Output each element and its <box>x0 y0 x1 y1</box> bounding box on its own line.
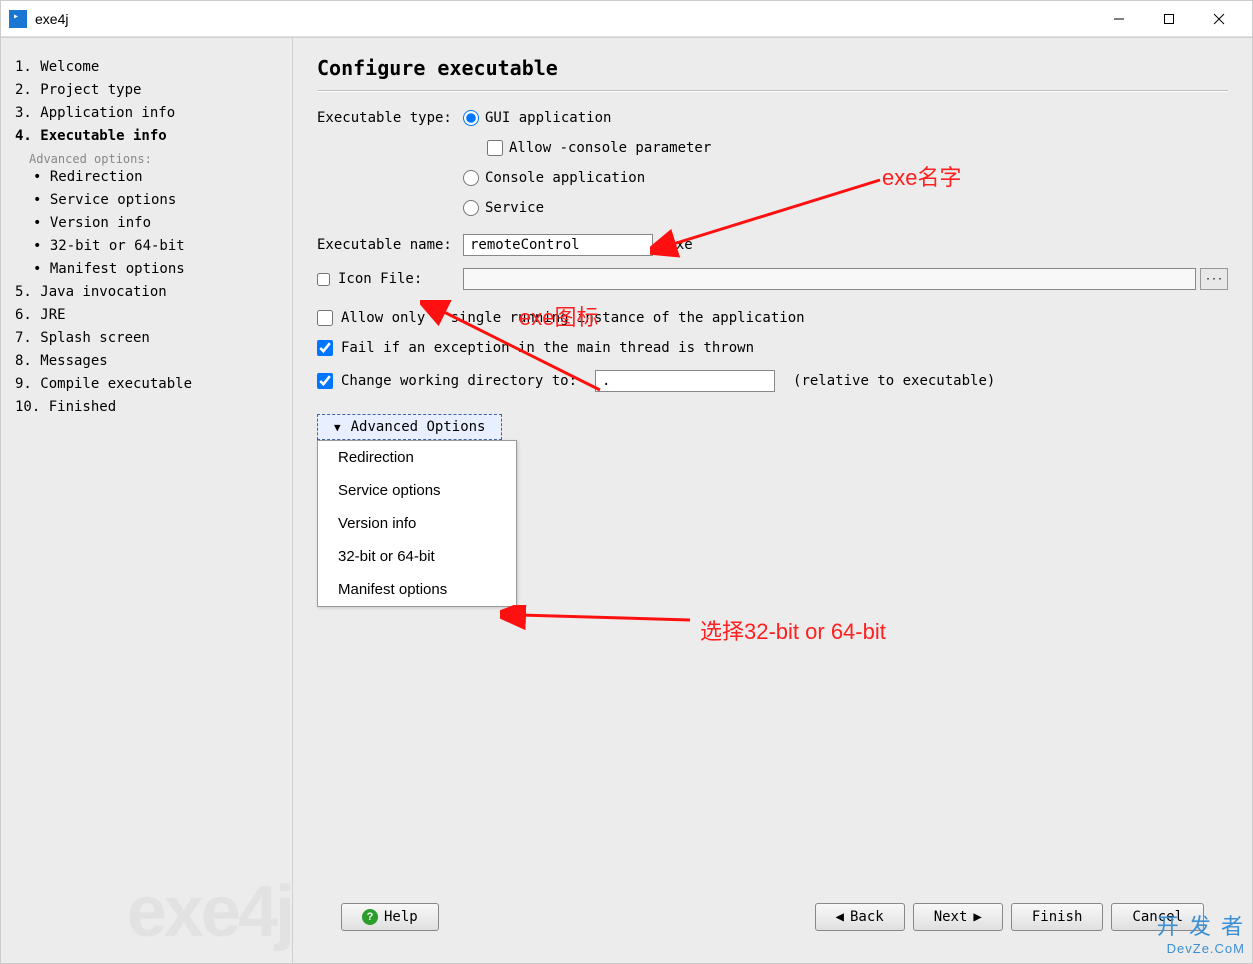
radio-service-label: Service <box>485 200 544 216</box>
change-dir-input[interactable] <box>595 370 775 392</box>
sidebar-step-5[interactable]: 5. Java invocation <box>15 281 282 304</box>
main-panel: Configure executable Executable type: GU… <box>293 38 1252 963</box>
window-title: exe4j <box>35 11 1094 27</box>
change-dir-checkbox[interactable] <box>317 373 333 389</box>
app-icon <box>9 10 27 28</box>
titlebar: exe4j <box>1 1 1252 37</box>
close-button[interactable] <box>1194 4 1244 34</box>
menu-32-64-bit[interactable]: 32-bit or 64-bit <box>318 540 516 573</box>
advanced-options-label: Advanced Options <box>351 419 486 435</box>
menu-manifest-options[interactable]: Manifest options <box>318 573 516 606</box>
radio-gui-input[interactable] <box>463 110 479 126</box>
radio-console-label: Console application <box>485 170 645 186</box>
sidebar-sub-service[interactable]: Service options <box>33 189 282 212</box>
sidebar-step-4[interactable]: 4. Executable info <box>15 125 282 148</box>
fail-exception-label: Fail if an exception in the main thread … <box>341 340 754 356</box>
radio-console[interactable]: Console application <box>463 170 711 186</box>
radio-service-input[interactable] <box>463 200 479 216</box>
cancel-button[interactable]: Cancel <box>1111 903 1204 931</box>
exec-name-input[interactable] <box>463 234 653 256</box>
sidebar: 1. Welcome 2. Project type 3. Applicatio… <box>1 38 293 963</box>
minimize-button[interactable] <box>1094 4 1144 34</box>
page-title: Configure executable <box>317 56 1228 80</box>
radio-gui-label: GUI application <box>485 110 611 126</box>
sidebar-sub-32-64[interactable]: 32-bit or 64-bit <box>33 235 282 258</box>
menu-service-options[interactable]: Service options <box>318 474 516 507</box>
change-dir-label: Change working directory to: <box>341 373 577 389</box>
help-icon: ? <box>362 909 378 925</box>
radio-service[interactable]: Service <box>463 200 711 216</box>
radio-console-input[interactable] <box>463 170 479 186</box>
sidebar-step-6[interactable]: 6. JRE <box>15 304 282 327</box>
advanced-options-button[interactable]: ▼ Advanced Options <box>317 414 502 440</box>
finish-button[interactable]: Finish <box>1011 903 1104 931</box>
relative-label: (relative to executable) <box>793 373 995 389</box>
icon-file-label: Icon File: <box>338 271 422 287</box>
allow-console-label: Allow -console parameter <box>509 140 711 156</box>
icon-file-checkbox[interactable] <box>317 273 330 286</box>
watermark-icon: exe4j <box>127 871 292 953</box>
menu-version-info[interactable]: Version info <box>318 507 516 540</box>
allow-single-checkbox[interactable] <box>317 310 333 326</box>
menu-redirection[interactable]: Redirection <box>318 441 516 474</box>
sidebar-sub-version[interactable]: Version info <box>33 212 282 235</box>
sidebar-step-1[interactable]: 1. Welcome <box>15 56 282 79</box>
next-button[interactable]: Next ▶ <box>913 903 1003 931</box>
radio-gui[interactable]: GUI application <box>463 110 711 126</box>
maximize-button[interactable] <box>1144 4 1194 34</box>
help-button[interactable]: ? Help <box>341 903 439 931</box>
sidebar-step-3[interactable]: 3. Application info <box>15 102 282 125</box>
exec-name-suffix: .exe <box>659 237 693 253</box>
exec-type-label: Executable type: <box>317 110 463 126</box>
allow-console-input[interactable] <box>487 140 503 156</box>
allow-single-label: Allow only a single running instance of … <box>341 310 805 326</box>
next-arrow-icon: ▶ <box>973 909 981 925</box>
browse-button[interactable]: ··· <box>1200 268 1228 290</box>
back-button[interactable]: ◀ Back <box>815 903 905 931</box>
sidebar-step-10[interactable]: 10. Finished <box>15 396 282 419</box>
sidebar-step-9[interactable]: 9. Compile executable <box>15 373 282 396</box>
icon-file-input[interactable] <box>463 268 1196 290</box>
back-arrow-icon: ◀ <box>836 909 844 925</box>
fail-exception-checkbox[interactable] <box>317 340 333 356</box>
sidebar-step-2[interactable]: 2. Project type <box>15 79 282 102</box>
sidebar-step-7[interactable]: 7. Splash screen <box>15 327 282 350</box>
allow-console-checkbox[interactable]: Allow -console parameter <box>487 140 711 156</box>
icon-file-check-label[interactable]: Icon File: <box>317 271 463 287</box>
chevron-down-icon: ▼ <box>334 421 341 434</box>
footer: ? Help ◀ Back Next ▶ Finish Cancel <box>317 893 1228 945</box>
help-label: Help <box>384 909 418 925</box>
next-label: Next <box>934 909 968 925</box>
sidebar-advanced-label: Advanced options: <box>29 152 282 166</box>
sidebar-sub-redirection[interactable]: Redirection <box>33 166 282 189</box>
sidebar-step-8[interactable]: 8. Messages <box>15 350 282 373</box>
advanced-options-menu: Redirection Service options Version info… <box>317 440 517 607</box>
exec-name-label: Executable name: <box>317 237 463 253</box>
back-label: Back <box>850 909 884 925</box>
sidebar-sub-manifest[interactable]: Manifest options <box>33 258 282 281</box>
